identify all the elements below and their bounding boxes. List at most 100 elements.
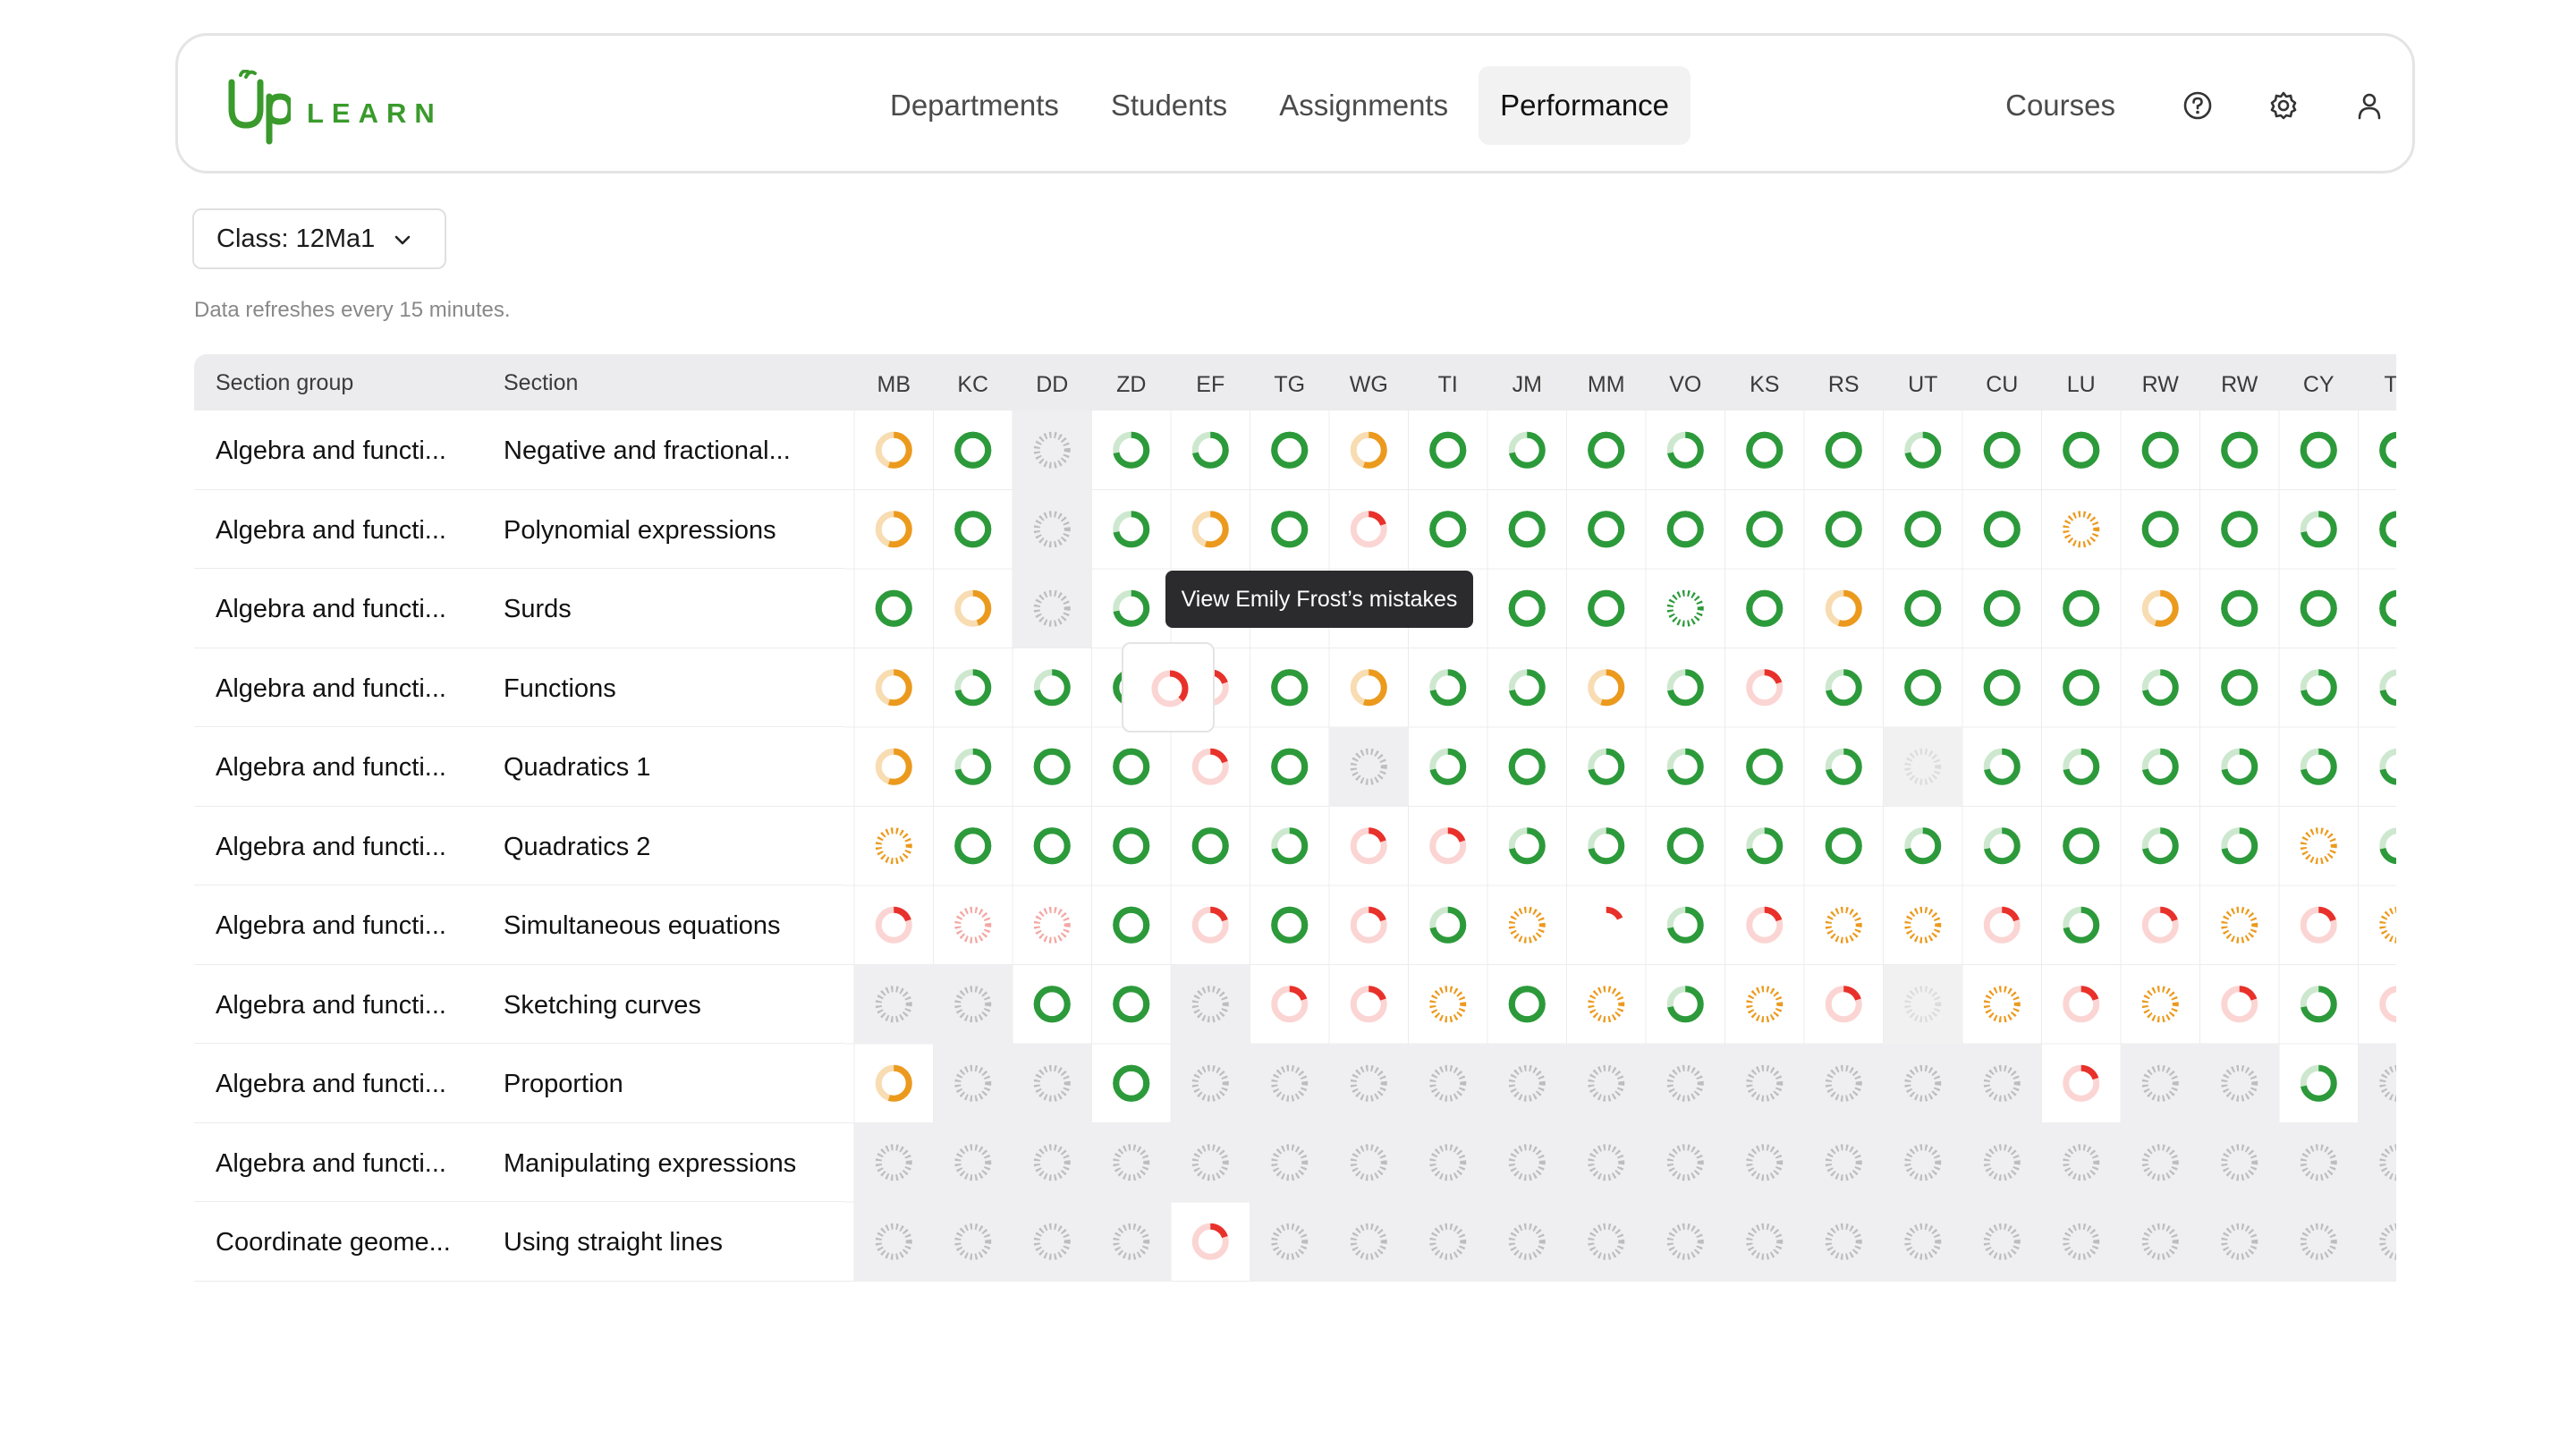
student-section-cell[interactable] — [954, 511, 992, 548]
student-section-cell[interactable] — [1191, 827, 1229, 865]
student-section-cell[interactable] — [1508, 748, 1546, 785]
student-section-cell[interactable] — [2141, 986, 2179, 1023]
student-section-cell[interactable] — [2358, 1122, 2397, 1203]
table-row[interactable]: Algebra and functi... Quadratics 2 — [194, 807, 844, 885]
student-section-cell[interactable] — [2121, 1044, 2200, 1123]
student-section-cell[interactable] — [1588, 511, 1625, 548]
student-section-cell[interactable] — [1508, 669, 1546, 707]
student-section-cell[interactable] — [954, 827, 992, 865]
student-section-cell[interactable] — [1350, 431, 1387, 469]
student-section-cell[interactable] — [1013, 569, 1092, 648]
student-section-cell[interactable] — [1983, 748, 2021, 785]
table-row[interactable]: Algebra and functi... Simultaneous equati… — [194, 885, 844, 965]
student-section-cell[interactable] — [2300, 669, 2337, 707]
student-initials-header[interactable]: KS — [1750, 372, 1779, 397]
student-section-cell[interactable] — [1033, 669, 1071, 707]
student-section-cell[interactable] — [1350, 906, 1387, 944]
student-section-cell[interactable] — [1804, 1202, 1884, 1282]
student-section-cell[interactable] — [1588, 669, 1625, 707]
student-section-cell[interactable] — [1033, 748, 1071, 785]
student-section-cell[interactable] — [2379, 511, 2396, 548]
student-section-cell[interactable] — [2221, 906, 2258, 944]
student-section-cell[interactable] — [1825, 669, 1862, 707]
student-section-cell[interactable] — [875, 1064, 912, 1102]
student-section-cell[interactable] — [954, 589, 992, 627]
student-initials-header[interactable]: RW — [2142, 372, 2180, 397]
table-row[interactable]: Algebra and functi... Proportion — [194, 1044, 844, 1123]
student-section-cell[interactable] — [1013, 489, 1092, 570]
student-section-cell[interactable] — [2300, 906, 2337, 944]
student-section-cell[interactable] — [1883, 964, 1963, 1045]
student-section-cell[interactable] — [1429, 748, 1467, 785]
student-section-cell[interactable] — [1666, 748, 1704, 785]
student-section-cell[interactable] — [1408, 1202, 1488, 1282]
uplearn-logo[interactable]: LEARN — [226, 68, 443, 147]
student-section-cell[interactable] — [1588, 906, 1625, 944]
student-section-cell[interactable] — [2221, 589, 2258, 627]
student-section-cell[interactable] — [1508, 986, 1546, 1023]
student-section-cell[interactable] — [1429, 986, 1467, 1023]
table-row[interactable]: Algebra and functi... Sketching curves — [194, 965, 844, 1044]
student-section-cell[interactable] — [1646, 1122, 1725, 1203]
student-section-cell[interactable] — [2300, 986, 2337, 1023]
student-section-cell[interactable] — [2379, 986, 2396, 1023]
student-section-cell[interactable] — [1508, 589, 1546, 627]
student-section-cell[interactable] — [1013, 1044, 1092, 1123]
student-section-cell[interactable] — [2063, 827, 2100, 865]
student-section-cell[interactable] — [933, 1044, 1013, 1123]
student-section-cell[interactable] — [1350, 827, 1387, 865]
student-section-cell[interactable] — [1113, 986, 1150, 1023]
nav-departments[interactable]: Departments — [869, 66, 1080, 145]
student-section-cell[interactable] — [2358, 1044, 2397, 1123]
student-section-cell[interactable] — [1171, 1122, 1250, 1203]
nav-courses[interactable]: Courses — [1984, 66, 2137, 145]
student-section-cell[interactable] — [1191, 906, 1229, 944]
student-section-cell[interactable] — [1983, 669, 2021, 707]
student-section-cell[interactable] — [2141, 511, 2179, 548]
student-section-cell[interactable] — [1904, 827, 1942, 865]
student-section-cell[interactable] — [1033, 906, 1071, 944]
nav-assignments[interactable]: Assignments — [1258, 66, 1470, 145]
student-section-cell[interactable] — [854, 1122, 934, 1203]
student-section-cell[interactable] — [1825, 906, 1862, 944]
student-section-cell[interactable] — [1013, 1122, 1092, 1203]
student-section-cell[interactable] — [1429, 669, 1467, 707]
student-section-cell[interactable] — [1646, 1044, 1725, 1123]
student-section-cell[interactable] — [1408, 1122, 1488, 1203]
student-section-cell[interactable] — [1271, 511, 1309, 548]
student-initials-header[interactable]: DD — [1036, 372, 1068, 397]
student-initials-header[interactable]: EF — [1196, 372, 1224, 397]
student-section-cell[interactable] — [1804, 1122, 1884, 1203]
student-section-cell[interactable] — [2379, 669, 2396, 707]
student-section-cell[interactable] — [2379, 906, 2396, 944]
student-section-cell[interactable] — [2300, 827, 2337, 865]
student-section-cell[interactable] — [2199, 1122, 2280, 1203]
student-section-cell[interactable] — [1250, 1122, 1330, 1203]
student-section-cell[interactable] — [1191, 511, 1229, 548]
student-section-cell[interactable] — [1588, 986, 1625, 1023]
settings-icon[interactable] — [2241, 66, 2326, 145]
student-initials-header[interactable]: TZ — [2384, 372, 2396, 397]
student-section-cell[interactable] — [854, 964, 934, 1045]
student-section-cell[interactable] — [2379, 589, 2396, 627]
student-section-cell[interactable] — [1904, 431, 1942, 469]
student-section-cell[interactable] — [1250, 1202, 1330, 1282]
student-section-cell[interactable] — [1350, 986, 1387, 1023]
student-grid[interactable]: MB KC DD ZD EF TG WG TI JM MM VO KS RS UT CU LU RW RW CY TZ — [844, 354, 2396, 1284]
student-section-cell[interactable] — [1271, 906, 1309, 944]
student-section-cell[interactable] — [1904, 511, 1942, 548]
student-section-cell[interactable] — [1825, 827, 1862, 865]
student-section-cell[interactable] — [2221, 431, 2258, 469]
student-section-cell[interactable] — [875, 431, 912, 469]
student-section-cell[interactable] — [1962, 1122, 2042, 1203]
student-section-cell[interactable] — [1191, 748, 1229, 785]
student-section-cell[interactable] — [875, 827, 912, 865]
student-section-cell[interactable] — [875, 748, 912, 785]
student-section-cell[interactable] — [2121, 1202, 2200, 1282]
student-section-cell[interactable] — [2300, 589, 2337, 627]
student-section-cell[interactable] — [1508, 906, 1546, 944]
help-icon[interactable] — [2155, 66, 2241, 145]
student-section-cell[interactable] — [933, 1122, 1013, 1203]
student-section-cell[interactable] — [1746, 827, 1784, 865]
student-section-cell[interactable] — [2141, 906, 2179, 944]
